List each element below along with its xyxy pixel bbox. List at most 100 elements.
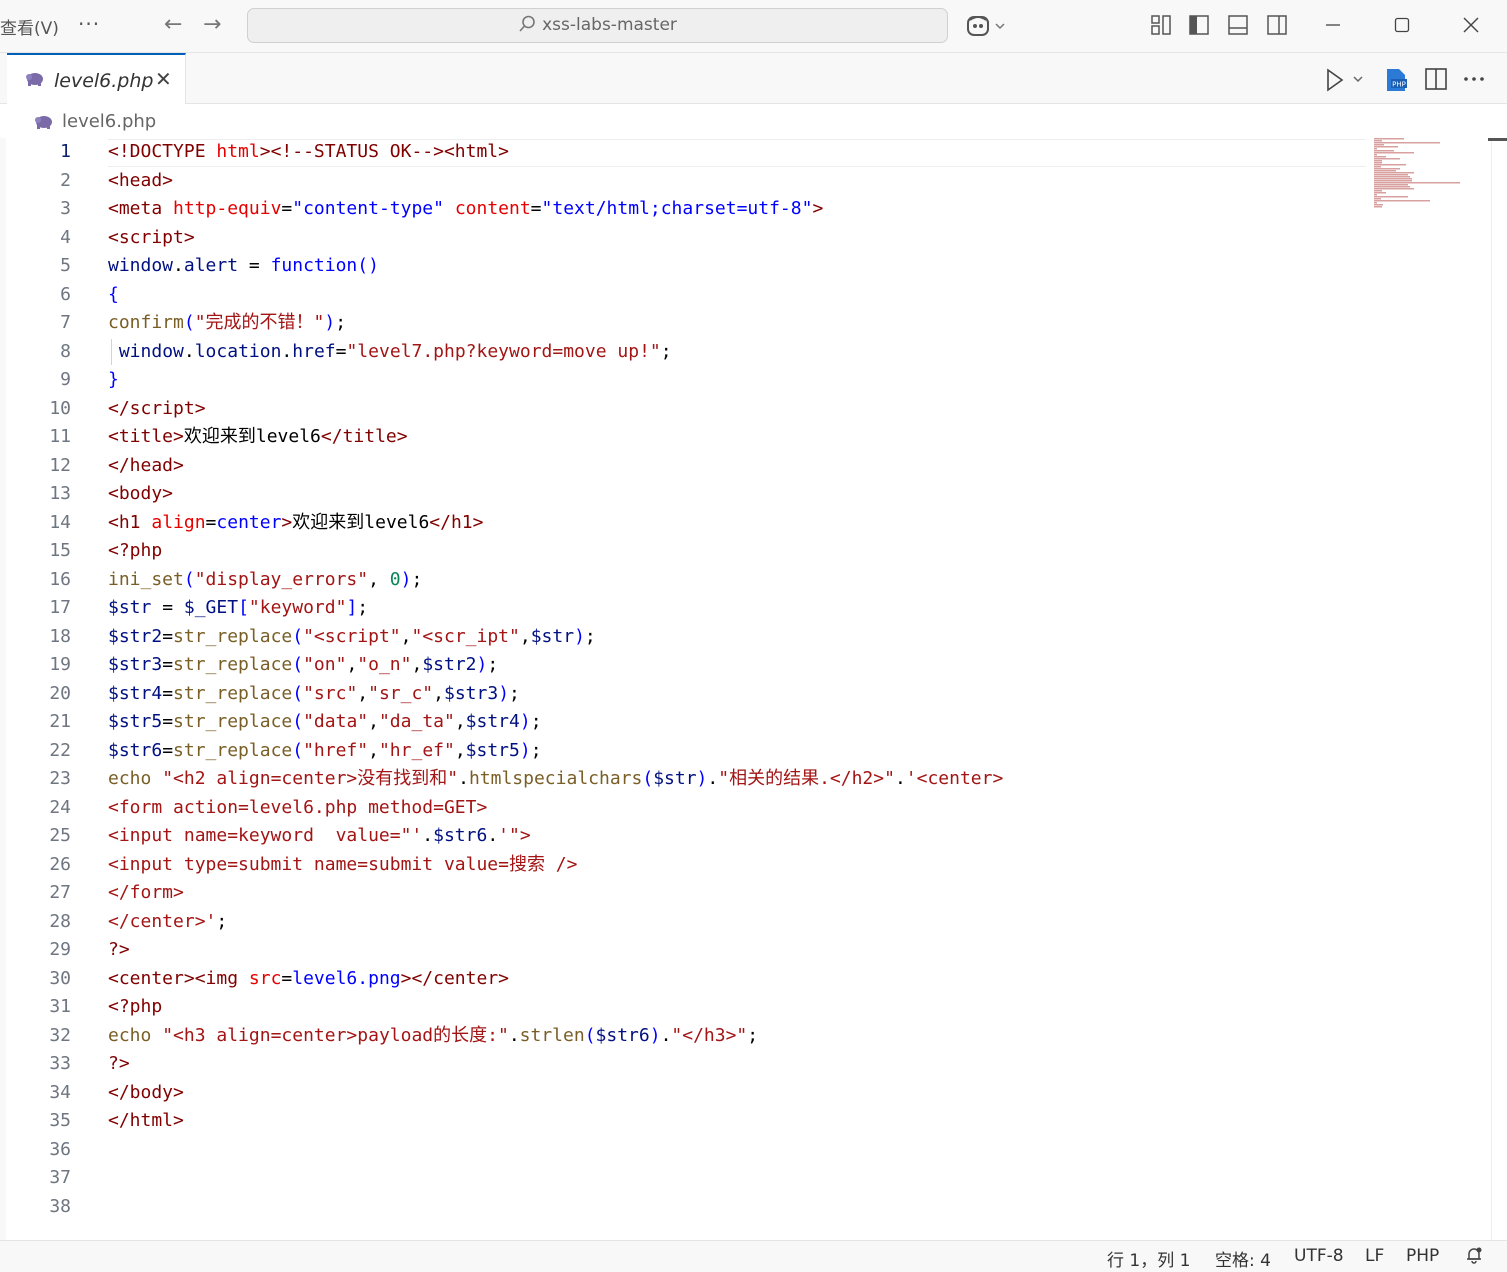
code-line: echo "<h3 align=center>payload的长度:".strl…: [108, 1024, 759, 1046]
line-number-gutter: 1 2 3 4 5 6 7 8 9 10 11 12 13 14 15 16 17 18 19 20 21 22 23 24 2…: [6, 138, 101, 1240]
line-number: 26: [49, 853, 71, 875]
code-line: ?>: [108, 1053, 130, 1074]
status-language[interactable]: PHP: [1406, 1246, 1439, 1266]
breadcrumb-file[interactable]: level6.php: [62, 111, 156, 132]
code-line: <meta http-equiv="content-type" content=…: [108, 198, 824, 219]
code-line: <form action=level6.php method=GET>: [108, 796, 488, 818]
line-number: 28: [49, 910, 71, 932]
line-number: 30: [49, 967, 71, 989]
code-line: </form>: [108, 882, 184, 903]
maximize-button[interactable]: [1382, 8, 1422, 44]
php-debug-icon[interactable]: PHP: [1383, 67, 1409, 93]
line-number: 33: [49, 1053, 71, 1074]
code-line: $str2=str_replace("<script","<scr_ipt",$…: [108, 625, 596, 647]
php-elephant-icon: [34, 114, 54, 134]
line-number: 18: [49, 625, 71, 647]
code-line: {: [108, 283, 119, 305]
line-number: 34: [49, 1081, 71, 1103]
scrollbar-cursor-marker: [1488, 138, 1507, 141]
maximize-icon: [1394, 17, 1410, 33]
code-line: <head>: [108, 169, 174, 191]
line-number: 25: [49, 825, 71, 846]
status-cursor-position[interactable]: 行 1，列 1: [1107, 1246, 1190, 1271]
line-number: 36: [49, 1138, 71, 1160]
code-text-area[interactable]: <!DOCTYPE html><!--STATUS OK--><html> <h…: [108, 138, 1368, 1240]
line-number: 22: [49, 739, 71, 761]
line-number: 9: [60, 369, 71, 390]
code-line: <h1 align=center>欢迎来到level6</h1>: [108, 511, 484, 533]
code-line: $str5=str_replace("data","da_ta",$str4);: [108, 711, 542, 732]
line-number: 12: [49, 454, 71, 476]
close-window-button[interactable]: [1451, 8, 1491, 44]
toggle-panel-icon[interactable]: [1227, 14, 1249, 36]
code-line: </center>';: [108, 910, 228, 932]
title-bar: 查看(V) ··· ← → xss-labs-master: [0, 0, 1507, 53]
more-menu-button[interactable]: ···: [78, 12, 100, 36]
forward-button[interactable]: →: [203, 12, 221, 37]
line-number: 32: [49, 1024, 71, 1046]
code-editor[interactable]: 1 2 3 4 5 6 7 8 9 10 11 12 13 14 15 16 17 18 19 20 21 22 23 24 2…: [6, 138, 1491, 1240]
status-encoding[interactable]: UTF-8: [1294, 1246, 1344, 1266]
close-icon: [1463, 17, 1479, 33]
line-number: 14: [49, 511, 71, 533]
status-eol[interactable]: LF: [1365, 1246, 1384, 1266]
code-line: <body>: [108, 483, 174, 504]
line-number: 38: [49, 1195, 71, 1217]
code-line: </script>: [108, 397, 206, 419]
notifications-bell-icon[interactable]: [1464, 1245, 1484, 1270]
code-line: </body>: [108, 1081, 184, 1103]
line-number: 13: [49, 483, 71, 504]
line-number: 37: [49, 1167, 71, 1188]
php-elephant-icon: [25, 71, 45, 91]
command-center-search[interactable]: xss-labs-master: [247, 8, 948, 43]
code-line: <title>欢迎来到level6</title>: [108, 426, 408, 447]
line-number: 2: [60, 169, 71, 191]
vertical-scrollbar[interactable]: [1491, 138, 1507, 1240]
code-line: <center><img src=level6.png></center>: [108, 967, 509, 989]
code-line: $str3=str_replace("on","o_n",$str2);: [108, 654, 499, 675]
line-number: 23: [49, 768, 71, 789]
back-button[interactable]: ←: [164, 12, 182, 37]
run-icon[interactable]: [1324, 67, 1368, 93]
line-number: 1: [60, 141, 71, 162]
line-number: 27: [49, 882, 71, 903]
minimap[interactable]: [1366, 138, 1486, 218]
code-line: confirm("完成的不错！");: [108, 312, 347, 333]
search-text: xss-labs-master: [542, 15, 677, 35]
breadcrumb: level6.php: [0, 104, 1507, 138]
line-number: 7: [60, 312, 71, 333]
line-number: 11: [49, 426, 71, 447]
svg-text:PHP: PHP: [1392, 81, 1406, 89]
code-line: echo "<h2 align=center>没有找到和".htmlspecia…: [108, 768, 1004, 789]
status-indentation[interactable]: 空格: 4: [1215, 1246, 1271, 1271]
code-line: ?>: [108, 939, 130, 960]
toggle-secondary-sidebar-icon[interactable]: [1266, 14, 1288, 36]
line-number: 17: [49, 597, 71, 618]
line-number: 29: [49, 939, 71, 960]
copilot-menu[interactable]: [966, 14, 1010, 44]
split-editor-icon[interactable]: [1424, 67, 1448, 91]
code-line: }: [108, 369, 119, 390]
code-line: $str6=str_replace("href","hr_ef",$str5);: [108, 739, 542, 761]
line-number: 19: [49, 654, 71, 675]
code-line: window.alert = function(): [108, 255, 379, 276]
menu-view[interactable]: 查看(V): [0, 14, 59, 39]
code-line: </head>: [108, 454, 184, 476]
toggle-primary-sidebar-icon[interactable]: [1188, 14, 1210, 36]
line-number: 20: [49, 682, 71, 704]
line-number: 3: [60, 198, 71, 219]
code-line: <!DOCTYPE html><!--STATUS OK--><html>: [108, 141, 509, 162]
search-icon: [519, 15, 535, 32]
tab-level6-php[interactable]: level6.php ✕: [7, 53, 186, 105]
code-line: $str4=str_replace("src","sr_c",$str3);: [108, 682, 520, 704]
status-bar: 行 1，列 1 空格: 4 UTF-8 LF PHP: [0, 1240, 1507, 1272]
code-line: <input name=keyword value="'.$str6.'">: [108, 825, 531, 846]
line-number: 10: [49, 397, 71, 419]
customize-layout-icon[interactable]: [1150, 14, 1172, 36]
line-number: 5: [60, 255, 71, 276]
tab-close-icon[interactable]: ✕: [155, 67, 172, 91]
line-number: 31: [49, 996, 71, 1017]
minimize-button[interactable]: [1313, 8, 1353, 44]
more-actions-icon[interactable]: [1462, 67, 1486, 91]
line-number: 8: [60, 340, 71, 362]
